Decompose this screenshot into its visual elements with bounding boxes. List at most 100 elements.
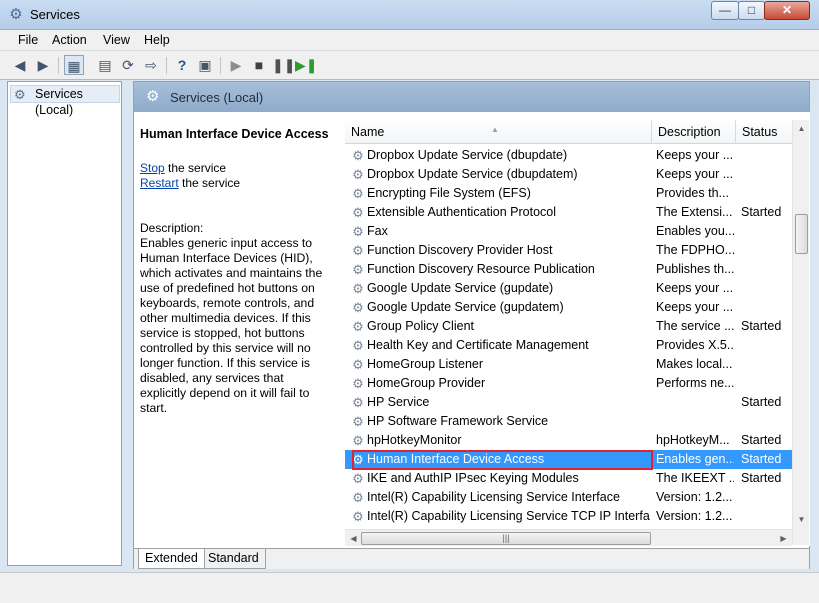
service-row[interactable]: ⚙ Group Policy Client The service ... Start… (345, 317, 792, 336)
service-name: Function Discovery Provider Host (367, 243, 553, 257)
restart-suffix: the service (178, 176, 241, 190)
service-description: Keeps your ... (656, 300, 734, 314)
service-row[interactable]: ⚙ HomeGroup Provider Performs ne... (345, 374, 792, 393)
service-row[interactable]: ⚙ Function Discovery Provider Host The FDP… (345, 241, 792, 260)
gear-icon: ⚙ (352, 319, 364, 334)
list-header: Name ▲ Description Status (345, 120, 792, 144)
stop-service-icon[interactable]: ■ (249, 55, 269, 75)
service-row[interactable]: ⚙ Function Discovery Resource Publication… (345, 260, 792, 279)
service-name: Google Update Service (gupdatem) (367, 300, 564, 314)
refresh-icon[interactable]: ⟳ (118, 55, 138, 75)
service-status: Started (741, 205, 782, 219)
menu-file[interactable]: File (18, 33, 38, 47)
menu-view[interactable]: View (103, 33, 130, 47)
gear-icon: ⚙ (352, 167, 364, 182)
service-description: The service ... (656, 319, 734, 333)
panel-header: ⚙ Services (Local) (134, 82, 809, 112)
gear-icon: ⚙ (352, 395, 364, 410)
scroll-down-icon[interactable]: ▼ (793, 511, 810, 528)
action-pane-icon[interactable]: ▣ (195, 55, 215, 75)
gear-icon: ⚙ (352, 205, 364, 220)
gear-icon: ⚙ (146, 88, 160, 105)
column-header-name[interactable]: Name ▲ (345, 120, 652, 144)
service-row[interactable]: ⚙ Fax Enables you... (345, 222, 792, 241)
service-row[interactable]: ⚙ HP Service Started (345, 393, 792, 412)
service-row[interactable]: ⚙ Extensible Authentication Protocol The E… (345, 203, 792, 222)
console-tree-icon[interactable]: ▦ (64, 55, 84, 75)
service-name: hpHotkeyMonitor (367, 433, 462, 447)
service-name: Function Discovery Resource Publication (367, 262, 595, 276)
restart-link[interactable]: Restart (140, 176, 179, 190)
service-name: IKE and AuthIP IPsec Keying Modules (367, 471, 579, 485)
service-description: Provides X.5... (656, 338, 734, 352)
service-name: Encrypting File System (EFS) (367, 186, 531, 200)
service-row[interactable]: ⚙ IKE and AuthIP IPsec Keying Modules The … (345, 469, 792, 488)
service-description: The Extensi... (656, 205, 733, 219)
service-row[interactable]: ⚙ Google Update Service (gupdatem) Keeps y… (345, 298, 792, 317)
service-description: The FDPHO... (656, 243, 734, 257)
gear-icon: ⚙ (352, 148, 364, 163)
horizontal-scroll-thumb[interactable]: ||| (361, 532, 651, 545)
service-row[interactable]: ⚙ Health Key and Certificate Management Pr… (345, 336, 792, 355)
maximize-button[interactable]: □ (738, 1, 765, 20)
vertical-scrollbar[interactable]: ▲ ▼ (792, 120, 809, 545)
service-row[interactable]: ⚙ Dropbox Update Service (dbupdate) Keeps … (345, 146, 792, 165)
service-name: Google Update Service (gupdate) (367, 281, 554, 295)
menu-help[interactable]: Help (144, 33, 170, 47)
close-button[interactable]: ✕ (764, 1, 810, 20)
service-row[interactable]: ⚙ Encrypting File System (EFS) Provides th… (345, 184, 792, 203)
gear-icon: ⚙ (9, 6, 23, 23)
tab-standard[interactable]: Standard (202, 549, 266, 569)
menu-action[interactable]: Action (52, 33, 87, 47)
pause-service-icon[interactable]: ❚❚ (272, 55, 295, 75)
horizontal-scrollbar[interactable]: ◀ ||| ▶ (345, 529, 792, 546)
gear-icon: ⚙ (352, 509, 364, 524)
help-icon[interactable]: ? (172, 55, 192, 75)
service-status: Started (741, 433, 782, 447)
scroll-left-icon[interactable]: ◀ (345, 530, 362, 547)
service-row[interactable]: ⚙ HP Software Framework Service (345, 412, 792, 431)
scroll-up-icon[interactable]: ▲ (793, 120, 810, 137)
menu-bar: File Action View Help (0, 30, 819, 51)
service-row[interactable]: ⚙ Google Update Service (gupdate) Keeps yo… (345, 279, 792, 298)
scroll-right-icon[interactable]: ▶ (775, 530, 792, 547)
vertical-scroll-thumb[interactable] (795, 214, 808, 254)
gear-icon: ⚙ (352, 262, 364, 277)
service-row[interactable]: ⚙ Dropbox Update Service (dbupdatem) Keeps… (345, 165, 792, 184)
toolbar-separator (220, 57, 221, 74)
minimize-button[interactable]: — (711, 1, 739, 20)
column-header-description[interactable]: Description (652, 120, 736, 144)
export-icon[interactable]: ⇨ (141, 55, 161, 75)
start-service-icon[interactable]: ▶ (226, 55, 246, 75)
gear-icon: ⚙ (352, 357, 364, 372)
back-icon[interactable]: ◀ (10, 55, 30, 75)
tree-item-services-local[interactable]: ⚙ Services (Local) (10, 85, 120, 117)
column-header-status[interactable]: Status (736, 120, 792, 144)
service-row[interactable]: ⚙ Intel(R) Capability Licensing Service I… (345, 488, 792, 507)
service-row[interactable]: ⚙ hpHotkeyMonitor hpHotkeyM... Started (345, 431, 792, 450)
properties-icon[interactable]: ▤ (95, 55, 115, 75)
gear-icon: ⚙ (352, 338, 364, 353)
service-row[interactable]: ⚙ Intel(R) Capability Licensing Service T… (345, 507, 792, 526)
service-name: Fax (367, 224, 388, 238)
service-description: Provides th... (656, 186, 729, 200)
service-name: Intel(R) Capability Licensing Service TC… (367, 509, 650, 523)
service-name: HP Service (367, 395, 430, 409)
service-status: Started (741, 452, 782, 466)
gear-icon: ⚙ (352, 490, 364, 505)
forward-icon[interactable]: ▶ (33, 55, 53, 75)
stop-link[interactable]: Stop (140, 161, 165, 175)
service-name: Group Policy Client (367, 319, 474, 333)
service-description: Keeps your ... (656, 148, 734, 162)
service-description: The IKEEXT ... (656, 471, 734, 485)
restart-service-icon[interactable]: ▶❚ (295, 55, 318, 75)
service-name: HomeGroup Provider (367, 376, 486, 390)
service-row[interactable]: ⚙ HomeGroup Listener Makes local... (345, 355, 792, 374)
services-list: Name ▲ Description Status ⚙ Dropbox Updat… (345, 112, 810, 546)
service-name: HP Software Framework Service (367, 414, 549, 428)
tree-item-label: Services (Local) (35, 87, 83, 117)
column-name-label: Name (351, 125, 385, 139)
status-bar (0, 572, 819, 603)
service-description: Version: 1.2... (656, 509, 733, 523)
tab-extended[interactable]: Extended (138, 549, 205, 569)
